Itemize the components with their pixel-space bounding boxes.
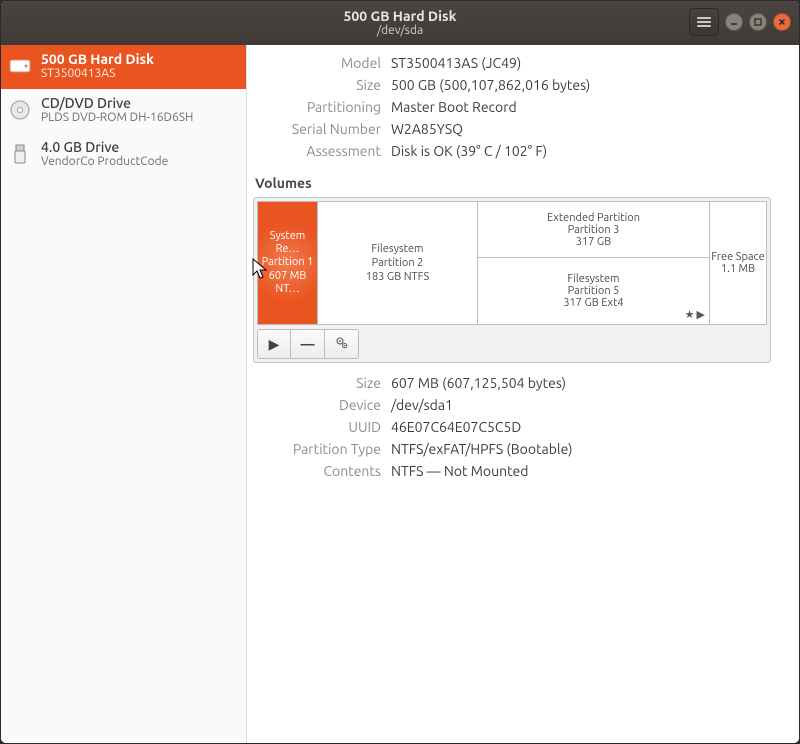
value-vol-device: /dev/sda1	[391, 397, 771, 413]
volume-label: Partition 1	[262, 256, 314, 269]
play-icon: ▶	[697, 308, 705, 321]
label-assessment: Assessment	[253, 143, 381, 159]
device-item-hard-disk[interactable]: 500 GB Hard Disk ST3500413AS	[1, 45, 246, 89]
value-vol-size: 607 MB (607,125,504 bytes)	[391, 375, 771, 391]
hard-disk-icon	[7, 53, 33, 79]
volume-label: 607 MB NT…	[260, 270, 315, 296]
device-item-sublabel: PLDS DVD-ROM DH-16D6SH	[41, 111, 193, 125]
optical-drive-icon	[7, 97, 33, 123]
window-title: 500 GB Hard Disk	[1, 9, 799, 24]
volume-label: 1.1 MB	[721, 263, 755, 275]
label-size: Size	[253, 77, 381, 93]
label-vol-ptype: Partition Type	[253, 441, 381, 457]
selected-volume-properties: Size 607 MB (607,125,504 bytes) Device /…	[253, 363, 771, 479]
value-vol-contents: NTFS — Not Mounted	[391, 463, 771, 479]
label-vol-uuid: UUID	[253, 419, 381, 435]
label-vol-size: Size	[253, 375, 381, 391]
partition-options-button[interactable]	[325, 329, 359, 359]
value-size: 500 GB (500,107,862,016 bytes)	[391, 77, 771, 93]
volume-free-space[interactable]: Free Space 1.1 MB	[710, 202, 766, 324]
label-serial: Serial Number	[253, 121, 381, 137]
label-vol-device: Device	[253, 397, 381, 413]
value-vol-ptype: NTFS/exFAT/HPFS (Bootable)	[391, 441, 771, 457]
volume-partition-2[interactable]: Filesystem Partition 2 183 GB NTFS	[318, 202, 478, 324]
label-vol-contents: Contents	[253, 463, 381, 479]
window-titles: 500 GB Hard Disk /dev/sda	[1, 9, 799, 38]
window-subtitle: /dev/sda	[1, 24, 799, 37]
window-maximize-button[interactable]	[749, 13, 767, 31]
star-icon: ★	[685, 308, 695, 321]
volume-label: Partition 5	[568, 285, 620, 297]
value-partitioning: Master Boot Record	[391, 99, 771, 115]
volume-label: Free Space	[711, 251, 764, 263]
value-assessment: Disk is OK (39° C / 102° F)	[391, 143, 771, 159]
volume-label: Partition 2	[372, 256, 424, 270]
gear-icon	[334, 335, 350, 354]
volume-partition-5[interactable]: Filesystem Partition 5 317 GB Ext4 ★ ▶	[478, 258, 709, 324]
minus-icon: —	[301, 336, 315, 352]
device-item-label: CD/DVD Drive	[41, 95, 193, 111]
value-model: ST3500413AS (JC49)	[391, 55, 771, 71]
volume-label: Filesystem	[567, 273, 619, 285]
titlebar: 500 GB Hard Disk /dev/sda	[1, 1, 799, 45]
disks-window: 500 GB Hard Disk /dev/sda 500 G	[0, 0, 800, 744]
device-item-usb[interactable]: 4.0 GB Drive VendorCo ProductCode	[1, 133, 246, 177]
volume-label: System Re…	[260, 230, 315, 256]
value-serial: W2A85YSQ	[391, 121, 771, 137]
volumes-strip: System Re… Partition 1 607 MB NT… Filesy…	[257, 201, 767, 325]
volume-label: Filesystem	[371, 242, 423, 256]
device-item-sublabel: VendorCo ProductCode	[41, 155, 168, 169]
device-item-optical[interactable]: CD/DVD Drive PLDS DVD-ROM DH-16D6SH	[1, 89, 246, 133]
label-model: Model	[253, 55, 381, 71]
device-item-label: 500 GB Hard Disk	[41, 51, 154, 67]
window-minimize-button[interactable]	[725, 13, 743, 31]
volume-label: 317 GB Ext4	[563, 297, 623, 309]
volumes-frame: System Re… Partition 1 607 MB NT… Filesy…	[253, 197, 771, 363]
volume-label: 183 GB NTFS	[366, 270, 429, 284]
volume-label: Partition 3	[568, 224, 620, 236]
device-item-label: 4.0 GB Drive	[41, 139, 168, 155]
volumes-heading: Volumes	[255, 175, 771, 191]
volume-extended-container: Extended Partition Partition 3 317 GB Fi…	[478, 202, 710, 324]
hamburger-menu-button[interactable]	[689, 8, 719, 36]
device-list: 500 GB Hard Disk ST3500413AS CD/DVD Driv…	[1, 45, 247, 743]
disk-properties: Model ST3500413AS (JC49) Size 500 GB (50…	[253, 49, 771, 171]
volume-partition-1[interactable]: System Re… Partition 1 607 MB NT…	[258, 202, 318, 324]
play-icon: ▶	[269, 336, 280, 353]
delete-partition-button[interactable]: —	[291, 329, 325, 359]
mount-button[interactable]: ▶	[257, 329, 291, 359]
volume-toolbar: ▶ —	[257, 329, 767, 359]
value-vol-uuid: 46E07C64E07C5C5D	[391, 419, 771, 435]
window-close-button[interactable]	[773, 13, 791, 31]
device-item-sublabel: ST3500413AS	[41, 67, 154, 81]
usb-drive-icon	[7, 141, 33, 167]
label-partitioning: Partitioning	[253, 99, 381, 115]
volume-partition-3[interactable]: Extended Partition Partition 3 317 GB	[478, 202, 709, 258]
volume-label: 317 GB	[576, 236, 611, 248]
main-content: Model ST3500413AS (JC49) Size 500 GB (50…	[247, 45, 799, 743]
volume-label: Extended Partition	[547, 212, 640, 224]
